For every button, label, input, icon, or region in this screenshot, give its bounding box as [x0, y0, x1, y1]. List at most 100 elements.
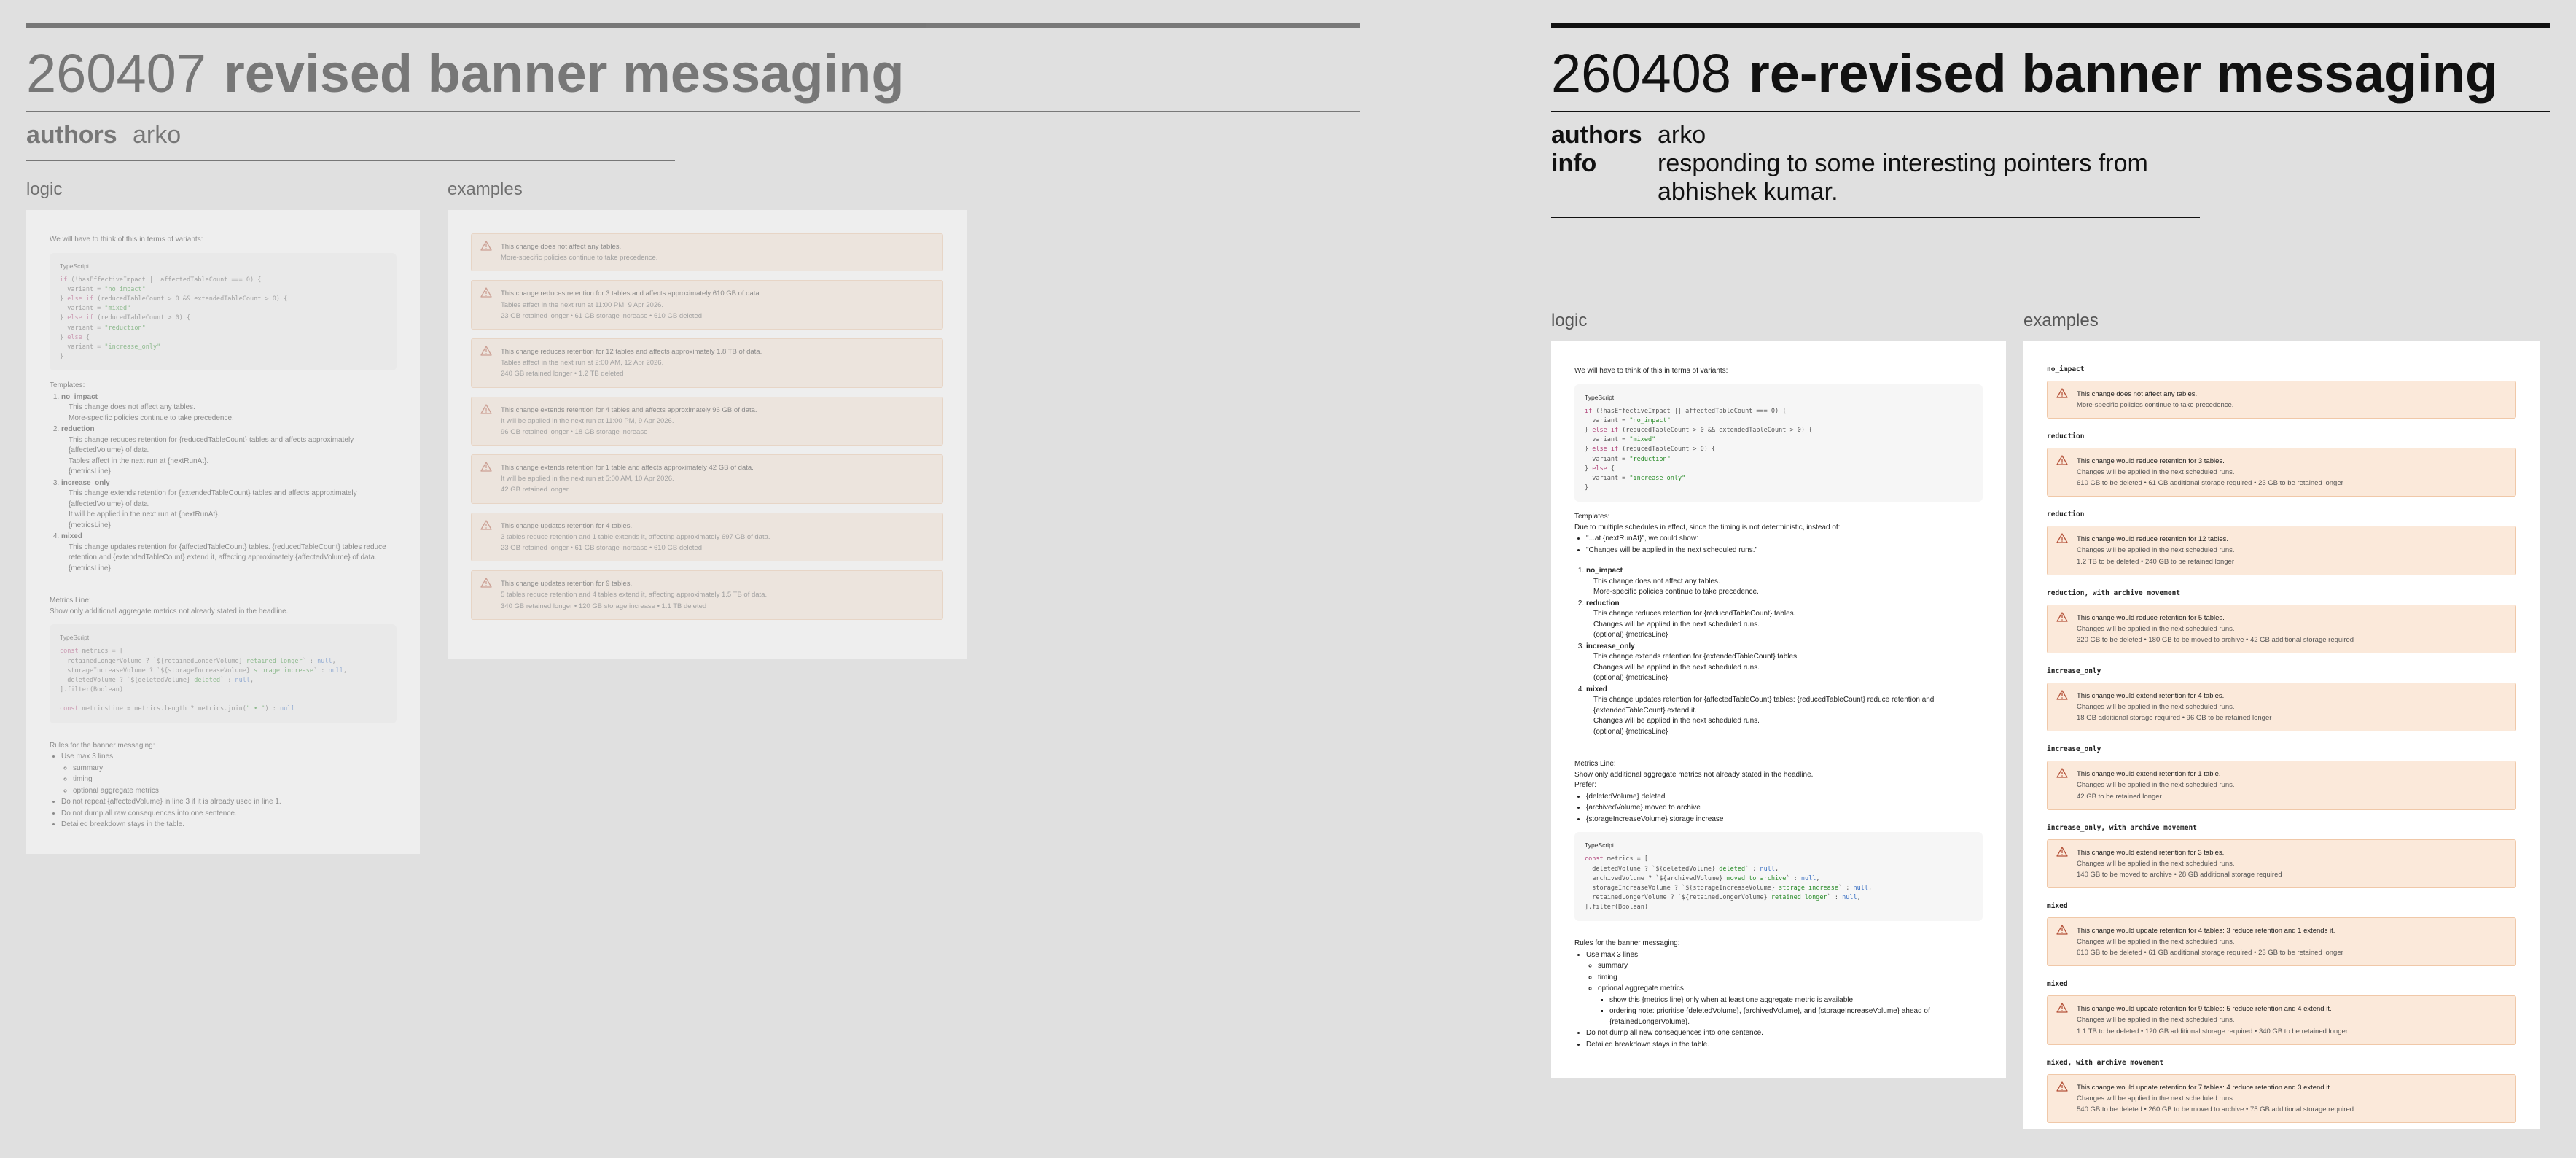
template-line: This change updates retention for {affec… [1593, 696, 1935, 715]
examples-column: examples This change does not affect any… [448, 179, 967, 854]
template-line: Changes will be applied in the next sche… [1593, 663, 1760, 672]
banner-line: 340 GB retained longer • 120 GB storage … [501, 602, 707, 610]
banner-line: Tables affect in the next run at 11:00 P… [501, 300, 664, 309]
page-title: 260407 revised banner messaging [26, 47, 1360, 112]
banner-line: More-specific policies continue to take … [501, 254, 658, 263]
template-name: mixed [61, 532, 82, 541]
example-item: increase_only This change would extend re… [2047, 667, 2516, 732]
examples-panel: no_impact This change does not affect any… [2023, 341, 2540, 1129]
banner-line: 610 GB to be deleted • 61 GB additional … [2077, 949, 2343, 957]
doc-number: 260407 [26, 43, 206, 104]
template-line: This change extends retention for {exten… [69, 489, 357, 508]
intro-text: We will have to think of this in terms o… [50, 236, 203, 244]
template-line: Changes will be applied in the next sche… [1593, 620, 1760, 629]
example-item: reduction, with archive movement This cha… [2047, 588, 2516, 654]
banner-line: 140 GB to be moved to archive • 28 GB ad… [2077, 870, 2282, 879]
banner-line: 18 GB additional storage required • 96 G… [2077, 714, 2272, 723]
prefer-item: {deletedVolume} deleted [1586, 792, 1983, 803]
logic-label: logic [26, 179, 63, 199]
examples-label: examples [448, 179, 523, 199]
prefer-item: {storageIncreaseVolume} storage increase [1586, 815, 1983, 825]
example-label: no_impact [2047, 365, 2085, 373]
template-name: mixed [1586, 685, 1607, 693]
template-item: mixed This change updates retention for {… [61, 532, 397, 574]
template-line: {metricsLine} [69, 521, 111, 529]
banner-line: 23 GB retained longer • 61 GB storage in… [501, 544, 702, 552]
banner-headline: This change does not affect any tables. [2077, 389, 2198, 398]
rule-item: Detailed breakdown stays in the table. [61, 820, 397, 831]
logic-column: logic We will have to think of this in t… [1551, 311, 2006, 1129]
example-item: mixed, with archive movement This change … [2047, 1058, 2516, 1124]
prefer-list: {deletedVolume} deleted{archivedVolume} … [1574, 792, 1983, 825]
example-item: reduction This change would reduce retent… [2047, 432, 2516, 497]
code-language: TypeScript [60, 634, 90, 642]
template-line: This change reduces retention for {reduc… [69, 435, 354, 455]
template-item: no_impact This change does not affect any… [61, 392, 397, 424]
warning-banner: This change would extend retention for 3… [2047, 839, 2516, 889]
warning-icon [480, 519, 492, 530]
template-name: increase_only [1586, 642, 1635, 650]
warning-banner: This change extends retention for 4 tabl… [471, 396, 943, 446]
title-rule [1551, 23, 2550, 28]
rules-list: Use max 3 lines:summarytimingoptional ag… [1574, 950, 1983, 1051]
banner-line: 3 tables reduce retention and 1 table ex… [501, 532, 770, 541]
banner-headline: This change would update retention for 4… [2077, 926, 2335, 935]
warning-icon [480, 462, 492, 472]
example-label: reduction, with archive movement [2047, 588, 2181, 597]
warning-banner: This change would reduce retention for 1… [2047, 526, 2516, 575]
banner-line: 320 GB to be deleted • 180 GB to be move… [2077, 635, 2354, 644]
banner-headline: This change updates retention for 4 tabl… [501, 521, 633, 530]
template-list: no_impact This change does not affect any… [1574, 566, 1983, 737]
warning-banner: This change would update retention for 7… [2047, 1073, 2516, 1124]
template-name: reduction [1586, 599, 1620, 607]
warning-icon [480, 403, 492, 414]
template-line: (optional) {metricsLine} [1593, 674, 1668, 683]
warning-icon [480, 287, 492, 298]
template-line: {metricsLine} [69, 467, 111, 476]
template-line: {metricsLine} [69, 564, 111, 572]
template-item: reduction This change reduces retention f… [1586, 599, 1983, 641]
warning-icon [2056, 611, 2068, 622]
warning-banner: This change does not affect any tables. M… [2047, 380, 2516, 419]
banner-line: 1.2 TB to be deleted • 240 GB to be reta… [2077, 557, 2234, 566]
banner-line: Changes will be applied in the next sche… [2077, 546, 2235, 555]
example-item: reduction This change would reduce retent… [2047, 510, 2516, 575]
template-body: This change does not affect any tables. M… [1586, 577, 1983, 598]
meta-block: authors arko info responding to some inter… [1551, 112, 2200, 219]
doc-name: revised banner messaging [223, 43, 905, 104]
banner-headline: This change would extend retention for 3… [2077, 848, 2225, 857]
banner-headline: This change would reduce retention for 1… [2077, 535, 2229, 544]
prefer-label: Prefer: [1574, 781, 1597, 790]
template-line: (optional) {metricsLine} [1593, 727, 1668, 736]
meta-value: arko [133, 121, 182, 149]
template-body: This change extends retention for {exten… [61, 489, 397, 531]
template-line: This change updates retention for {affec… [69, 543, 386, 562]
warning-icon [2056, 690, 2068, 700]
code-block: TypeScript if (!hasEffectiveImpact || aff… [1574, 384, 1983, 502]
banner-line: It will be applied in the next run at 5:… [501, 475, 674, 483]
template-item: increase_only This change extends retenti… [1586, 642, 1983, 684]
template-line: This change does not affect any tables. [69, 403, 195, 412]
banner-line: 5 tables reduce retention and 4 tables e… [501, 591, 768, 599]
banner-line: Tables affect in the next run at 2:00 AM… [501, 359, 664, 368]
example-label: mixed [2047, 980, 2068, 989]
template-item: increase_only This change extends retenti… [61, 478, 397, 532]
template-body: This change reduces retention for {reduc… [1586, 609, 1983, 641]
doc-name: re-revised banner messaging [1748, 43, 2499, 104]
metrics-label: Metrics Line: [50, 597, 91, 605]
rule-subitem: summary [73, 763, 397, 774]
meta-key: authors [26, 121, 117, 149]
banner-line: 1.1 TB to be deleted • 120 GB additional… [2077, 1027, 2348, 1035]
banner-line: 42 GB retained longer [501, 486, 569, 494]
banner-headline: This change extends retention for 4 tabl… [501, 405, 757, 414]
example-item: increase_only This change would extend re… [2047, 745, 2516, 810]
banner-headline: This change extends retention for 1 tabl… [501, 464, 754, 473]
right-document: 260408 re-revised banner messaging author… [1551, 23, 2550, 1129]
rule-subitem: summary [1598, 961, 1983, 972]
page-title: 260408 re-revised banner messaging [1551, 47, 2550, 112]
template-line: Changes will be applied in the next sche… [1593, 717, 1760, 726]
rule-item: Use max 3 lines:summarytimingoptional ag… [61, 752, 397, 796]
template-item: mixed This change updates retention for {… [1586, 685, 1983, 738]
rules-label: Rules for the banner messaging: [50, 741, 155, 750]
warning-icon [2056, 925, 2068, 935]
